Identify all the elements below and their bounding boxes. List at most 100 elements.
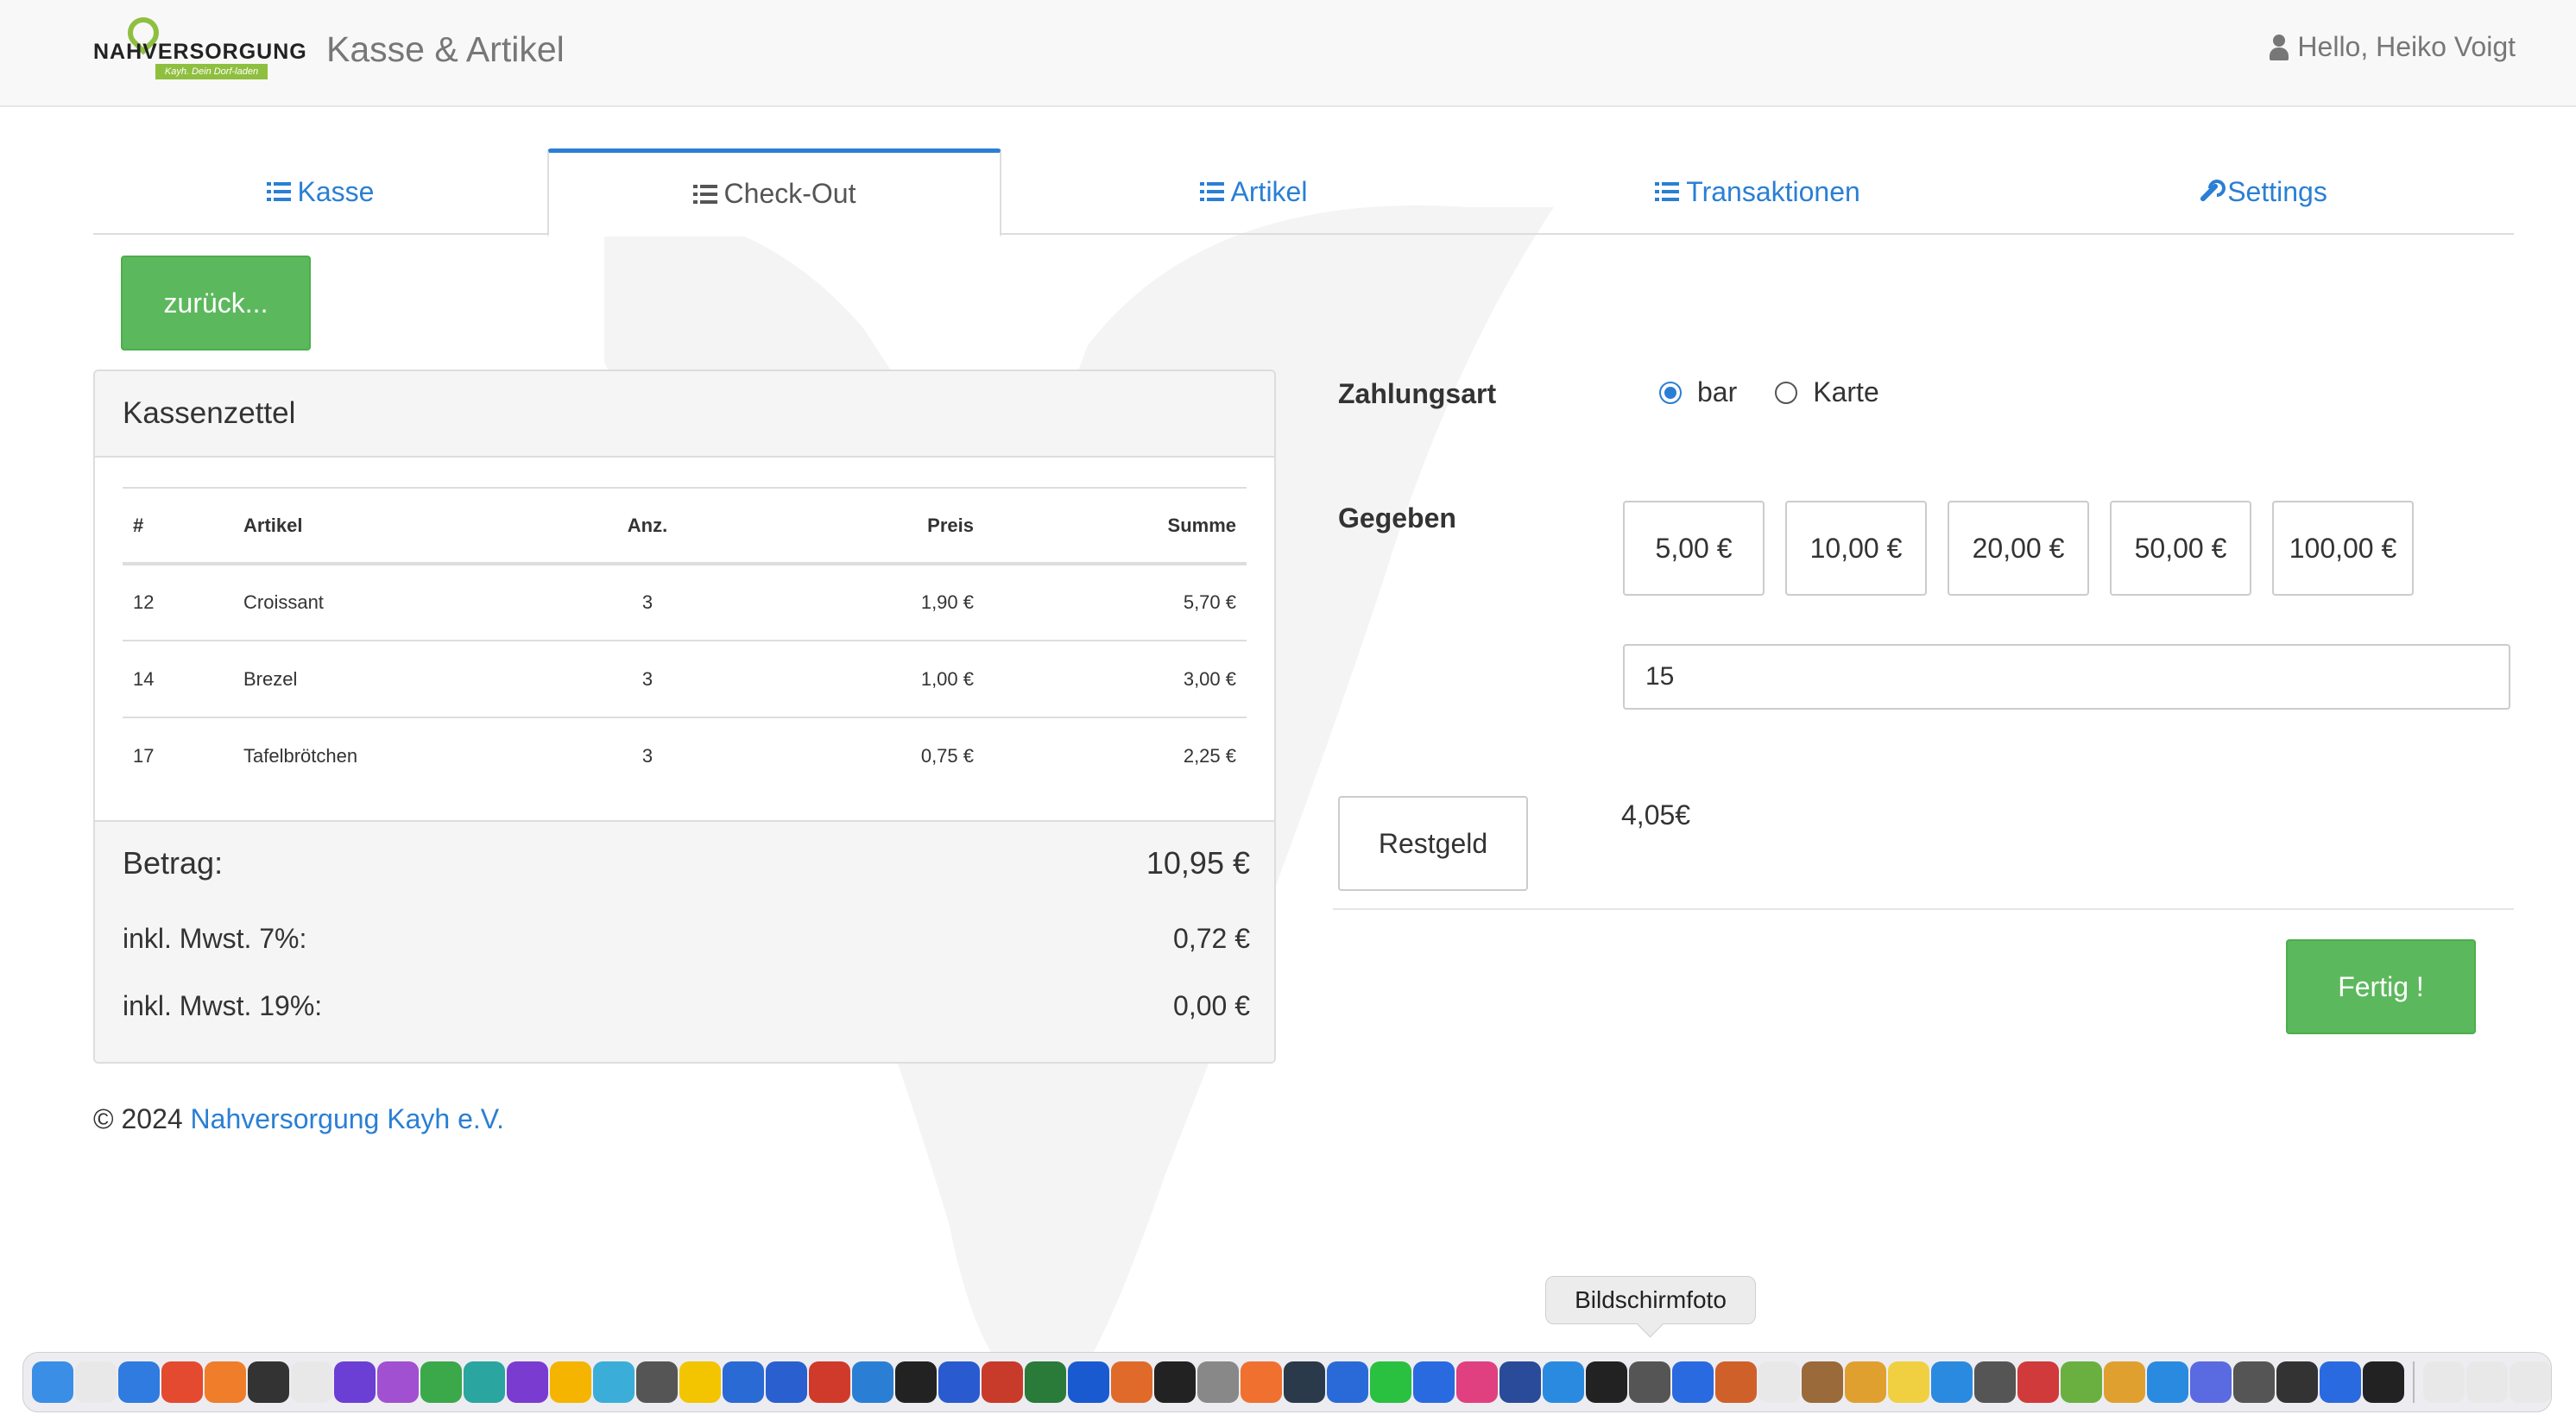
betrag-label: Betrag:: [123, 845, 224, 881]
dock-app-icon[interactable]: [1241, 1361, 1282, 1403]
dock-app-icon[interactable]: [1370, 1361, 1411, 1403]
dock-app-icon[interactable]: [205, 1361, 246, 1403]
cell-summe: 2,25 €: [1183, 745, 1236, 767]
dock-app-icon[interactable]: [2104, 1361, 2145, 1403]
radio-checked-icon[interactable]: [1659, 381, 1682, 404]
given-amount-input[interactable]: 15: [1623, 644, 2510, 710]
dock-app-icon[interactable]: [1197, 1361, 1239, 1403]
dock-app-icon[interactable]: [2233, 1361, 2275, 1403]
dock-app-icon[interactable]: [2147, 1361, 2188, 1403]
dock-app-icon[interactable]: [1154, 1361, 1196, 1403]
dock-app-icon[interactable]: [2466, 1361, 2508, 1403]
dock-app-icon[interactable]: [1931, 1361, 1973, 1403]
dock-app-icon[interactable]: [161, 1361, 203, 1403]
dock-app-icon[interactable]: [852, 1361, 893, 1403]
dock-app-icon[interactable]: [2276, 1361, 2318, 1403]
amount-5-button[interactable]: 5,00 €: [1623, 501, 1765, 596]
tab-artikel[interactable]: Artikel: [1001, 148, 1506, 235]
dock-app-icon[interactable]: [1715, 1361, 1757, 1403]
dock-app-icon[interactable]: [291, 1361, 332, 1403]
dock-app-icon[interactable]: [636, 1361, 678, 1403]
dock-app-icon[interactable]: [1456, 1361, 1498, 1403]
mwst7-row: inkl. Mwst. 7%: 0,72 €: [123, 905, 1250, 972]
dock-app-icon[interactable]: [766, 1361, 807, 1403]
dock-app-icon[interactable]: [507, 1361, 548, 1403]
tab-transaktionen[interactable]: Transaktionen: [1506, 148, 2010, 235]
dock-app-icon[interactable]: [1888, 1361, 1929, 1403]
mwst19-row: inkl. Mwst. 19%: 0,00 €: [123, 972, 1250, 1039]
radio-bar[interactable]: bar: [1659, 376, 1737, 408]
dock-app-icon[interactable]: [2017, 1361, 2059, 1403]
cell-num: 14: [123, 641, 233, 718]
tab-settings[interactable]: Settings: [2010, 148, 2514, 235]
tab-kasse[interactable]: Kasse: [93, 148, 547, 235]
dock-app-icon[interactable]: [1543, 1361, 1584, 1403]
cell-anz: 3: [578, 641, 717, 718]
restgeld-button[interactable]: Restgeld: [1338, 796, 1528, 891]
dock-app-icon[interactable]: [2190, 1361, 2232, 1403]
receipt-totals: Betrag: 10,95 € inkl. Mwst. 7%: 0,72 € i…: [95, 820, 1274, 1062]
fertig-button[interactable]: Fertig !: [2286, 939, 2476, 1034]
dock-tooltip: Bildschirmfoto: [1545, 1276, 1756, 1324]
back-button[interactable]: zurück...: [121, 256, 311, 351]
dock-app-icon[interactable]: [723, 1361, 764, 1403]
dock-app-icon[interactable]: [1586, 1361, 1627, 1403]
dock-app-icon[interactable]: [679, 1361, 721, 1403]
dock-app-icon[interactable]: [1284, 1361, 1325, 1403]
column-header: #: [123, 487, 233, 565]
dock-app-icon[interactable]: [1672, 1361, 1714, 1403]
dock-app-icon[interactable]: [1802, 1361, 1843, 1403]
dock-app-icon[interactable]: [809, 1361, 850, 1403]
table-row: 12 Croissant 3 1,90 € 5,70 €: [123, 564, 1247, 641]
tab-label: Kasse: [297, 175, 375, 207]
cell-num: 17: [133, 745, 155, 767]
cell-anz: 3: [578, 564, 717, 641]
dock-app-icon[interactable]: [1758, 1361, 1800, 1403]
footer-link[interactable]: Nahversorgung Kayh e.V.: [191, 1103, 505, 1134]
dock-app-icon[interactable]: [464, 1361, 505, 1403]
dock-app-icon[interactable]: [1068, 1361, 1109, 1403]
radio-unchecked-icon[interactable]: [1775, 381, 1798, 404]
amount-20-button[interactable]: 20,00 €: [1948, 501, 2089, 596]
dock-app-icon[interactable]: [2363, 1361, 2404, 1403]
cell-anz: 3: [641, 745, 653, 767]
dock-app-icon[interactable]: [1413, 1361, 1455, 1403]
dock-app-icon[interactable]: [593, 1361, 635, 1403]
dock-app-icon[interactable]: [75, 1361, 117, 1403]
receipt-table: # Artikel Anz. Preis Summe 12 Croissant …: [123, 487, 1247, 794]
brand-logo[interactable]: NAHVERSORGUNG Kayh. Dein Dorf-laden: [93, 10, 307, 79]
dock-app-icon[interactable]: [2510, 1361, 2551, 1403]
dock-app-icon[interactable]: [1629, 1361, 1670, 1403]
tab-check-out[interactable]: Check-Out: [547, 148, 1001, 237]
amount-50-button[interactable]: 50,00 €: [2110, 501, 2251, 596]
list-icon: [692, 184, 717, 204]
dock-app-icon[interactable]: [118, 1361, 160, 1403]
dock-app-icon[interactable]: [1111, 1361, 1152, 1403]
macos-dock: [22, 1352, 2552, 1412]
dock-app-icon[interactable]: [895, 1361, 937, 1403]
dock-app-icon[interactable]: [982, 1361, 1023, 1403]
dock-app-icon[interactable]: [1974, 1361, 2016, 1403]
dock-app-icon[interactable]: [32, 1361, 73, 1403]
amount-10-button[interactable]: 10,00 €: [1785, 501, 1927, 596]
dock-app-icon[interactable]: [2320, 1361, 2361, 1403]
dock-app-icon[interactable]: [938, 1361, 980, 1403]
radio-karte[interactable]: Karte: [1775, 376, 1879, 408]
dock-app-icon[interactable]: [248, 1361, 289, 1403]
logo-tagline: Kayh. Dein Dorf-laden: [155, 64, 268, 79]
dock-app-icon[interactable]: [1845, 1361, 1886, 1403]
user-menu[interactable]: Hello, Heiko Voigt: [2270, 31, 2516, 63]
dock-app-icon[interactable]: [1025, 1361, 1066, 1403]
app-title[interactable]: Kasse & Artikel: [326, 29, 565, 70]
dock-app-icon[interactable]: [334, 1361, 376, 1403]
dock-app-icon[interactable]: [550, 1361, 591, 1403]
mwst19-label: inkl. Mwst. 19%:: [123, 989, 323, 1021]
dock-app-icon[interactable]: [1327, 1361, 1368, 1403]
cell-artikel: Tafelbrötchen: [243, 745, 358, 767]
dock-app-icon[interactable]: [1500, 1361, 1541, 1403]
dock-app-icon[interactable]: [2423, 1361, 2465, 1403]
amount-100-button[interactable]: 100,00 €: [2272, 501, 2414, 596]
dock-app-icon[interactable]: [420, 1361, 462, 1403]
dock-app-icon[interactable]: [2061, 1361, 2102, 1403]
dock-app-icon[interactable]: [377, 1361, 419, 1403]
